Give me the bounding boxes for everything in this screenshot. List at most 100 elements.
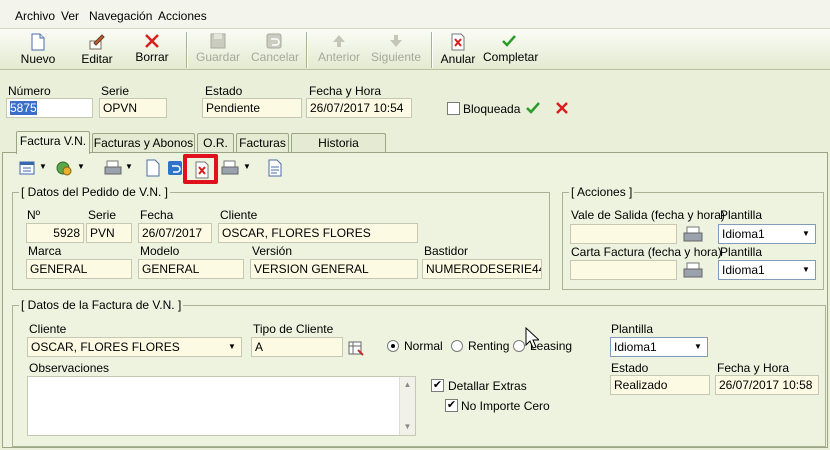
toolbar-separator (306, 32, 308, 68)
factura-cliente-select[interactable]: OSCAR, FLORES FLORES ▼ (27, 337, 242, 357)
tab-or[interactable]: O.R. (197, 133, 234, 153)
factura-fecha-label: Fecha y Hora (717, 361, 790, 375)
factura-estado-label: Estado (611, 361, 649, 375)
cancelar-button[interactable]: Cancelar (251, 31, 299, 69)
lookup-table-icon[interactable] (348, 340, 364, 356)
menu-acciones[interactable]: Acciones (158, 9, 207, 23)
serie-field[interactable]: OPVN (99, 98, 167, 118)
globe-users-icon[interactable] (55, 159, 73, 177)
radio-leasing[interactable] (513, 340, 525, 352)
radio-renting[interactable] (451, 340, 463, 352)
pedido-marca-field: GENERAL (26, 259, 132, 279)
scroll-up-icon[interactable]: ▲ (400, 377, 415, 393)
detallar-extras-checkbox[interactable]: ✔ (431, 379, 444, 392)
plantilla-carta-select[interactable]: Idioma1 ▼ (718, 260, 816, 280)
printer-icon[interactable] (683, 261, 703, 279)
pedido-bastidor-label: Bastidor (424, 244, 469, 258)
borrar-label: Borrar (135, 50, 169, 64)
plantilla-vale-label: Plantilla (720, 208, 763, 222)
menu-bar: Archivo Ver Navegación Acciones (0, 0, 830, 28)
dropdown-arrow-icon[interactable]: ▼ (39, 162, 47, 171)
menu-navegacion[interactable]: Navegación (89, 9, 152, 23)
completar-label: Completar (483, 50, 539, 64)
highlighted-cancel-button[interactable] (183, 154, 218, 184)
tab-factura-vn[interactable]: Factura V.N. (16, 131, 90, 154)
printer-icon[interactable] (683, 225, 703, 243)
tab-historia-bloqueos[interactable]: Historia Bloqueos (291, 133, 386, 168)
tab-strip: Factura V.N. Facturas y Abonos O.R. Fact… (0, 131, 830, 168)
pedido-modelo-field: GENERAL (138, 259, 244, 279)
chevron-down-icon: ▼ (802, 229, 810, 238)
checkmark-icon: ✔ (432, 379, 443, 391)
plantilla-carta-value: Idioma1 (722, 263, 765, 277)
factura-plantilla-label: Plantilla (611, 322, 654, 336)
main-toolbar: Nuevo Editar Borrar Guardar Cancelar Ant… (0, 28, 830, 70)
document-icon[interactable] (145, 159, 161, 177)
factura-plantilla-select[interactable]: Idioma1 ▼ (610, 337, 708, 357)
estado-label: Estado (205, 84, 243, 98)
no-importe-cero-checkbox[interactable]: ✔ (445, 399, 458, 412)
vale-salida-field[interactable] (570, 224, 677, 244)
dropdown-arrow-icon[interactable]: ▼ (125, 162, 133, 171)
tab-facturas-abonos[interactable]: Facturas y Abonos (92, 133, 195, 153)
mouse-cursor-icon (525, 327, 539, 349)
radio-renting-label: Renting (468, 339, 510, 353)
numero-value: 5875 (10, 101, 37, 115)
editar-button[interactable]: Editar (77, 31, 117, 69)
toolbar-separator (431, 32, 433, 68)
editar-label: Editar (81, 52, 113, 66)
observaciones-textarea[interactable]: ▲ ▼ (27, 376, 416, 436)
completar-button[interactable]: Completar (483, 31, 539, 69)
pedido-group: [ Datos del Pedido de V.N. ] Nº 5928 Ser… (12, 185, 550, 290)
confirm-check-icon[interactable] (526, 101, 540, 115)
factura-group-title: [ Datos de la Factura de V.N. ] (19, 298, 184, 312)
pedido-n-label: Nº (27, 208, 41, 222)
edit-brush-icon (89, 34, 105, 50)
radio-normal-label: Normal (404, 339, 443, 353)
discard-x-icon[interactable] (555, 101, 569, 115)
pedido-group-title: [ Datos del Pedido de V.N. ] (19, 185, 170, 199)
printer-icon[interactable] (104, 159, 122, 177)
anterior-button[interactable]: Anterior (316, 31, 362, 69)
pedido-modelo-label: Modelo (140, 244, 180, 258)
detallar-extras-label: Detallar Extras (448, 379, 527, 393)
pedido-version-field: VERSION GENERAL (250, 259, 418, 279)
bloqueada-label: Bloqueada (463, 102, 521, 116)
factura-fecha-field: 26/07/2017 10:58 (715, 375, 819, 395)
radio-normal[interactable] (387, 340, 399, 352)
factura-estado-field: Realizado (610, 375, 710, 395)
anular-button[interactable]: Anular (440, 31, 476, 69)
tab-facturas[interactable]: Facturas (236, 133, 289, 153)
refresh-icon[interactable] (167, 160, 183, 176)
plantilla-carta-label: Plantilla (720, 245, 763, 259)
pedido-fecha-label: Fecha (140, 208, 174, 222)
menu-archivo[interactable]: Archivo (15, 9, 55, 23)
menu-ver[interactable]: Ver (61, 9, 79, 23)
vale-salida-label: Vale de Salida (fecha y hora) (571, 208, 725, 222)
inner-toolbar: ▼ ▼ ▼ ▼ (9, 154, 292, 184)
scroll-down-icon[interactable]: ▼ (400, 419, 415, 435)
dropdown-arrow-icon[interactable]: ▼ (77, 162, 85, 171)
nuevo-label: Nuevo (20, 52, 56, 66)
pedido-bastidor-field: NUMERODESERIE4400 (422, 259, 542, 279)
observaciones-label: Observaciones (29, 361, 110, 375)
siguiente-button[interactable]: Siguiente (371, 31, 421, 69)
numero-field[interactable]: 5875 (6, 98, 93, 118)
dropdown-arrow-icon[interactable]: ▼ (243, 162, 251, 171)
carta-factura-label: Carta Factura (fecha y hora) (571, 245, 722, 259)
fecha-hora-field: 26/07/2017 10:54 (306, 98, 412, 118)
serie-label: Serie (101, 84, 130, 98)
bloqueada-checkbox[interactable] (447, 102, 460, 115)
guardar-button[interactable]: Guardar (196, 31, 240, 69)
view-list-icon[interactable] (19, 160, 35, 176)
observaciones-scrollbar[interactable]: ▲ ▼ (399, 377, 415, 435)
borrar-button[interactable]: Borrar (134, 31, 170, 69)
carta-factura-field[interactable] (570, 260, 677, 280)
nuevo-button[interactable]: Nuevo (18, 31, 58, 69)
anterior-label: Anterior (317, 50, 361, 64)
plantilla-vale-select[interactable]: Idioma1 ▼ (718, 224, 816, 244)
report-icon[interactable] (267, 159, 283, 177)
printer-icon[interactable] (221, 159, 239, 177)
tipo-cliente-field[interactable]: A (251, 337, 343, 357)
tab-panel: ▼ ▼ ▼ ▼ [ Datos del Pedido de V.N. ] Nº … (2, 152, 828, 448)
